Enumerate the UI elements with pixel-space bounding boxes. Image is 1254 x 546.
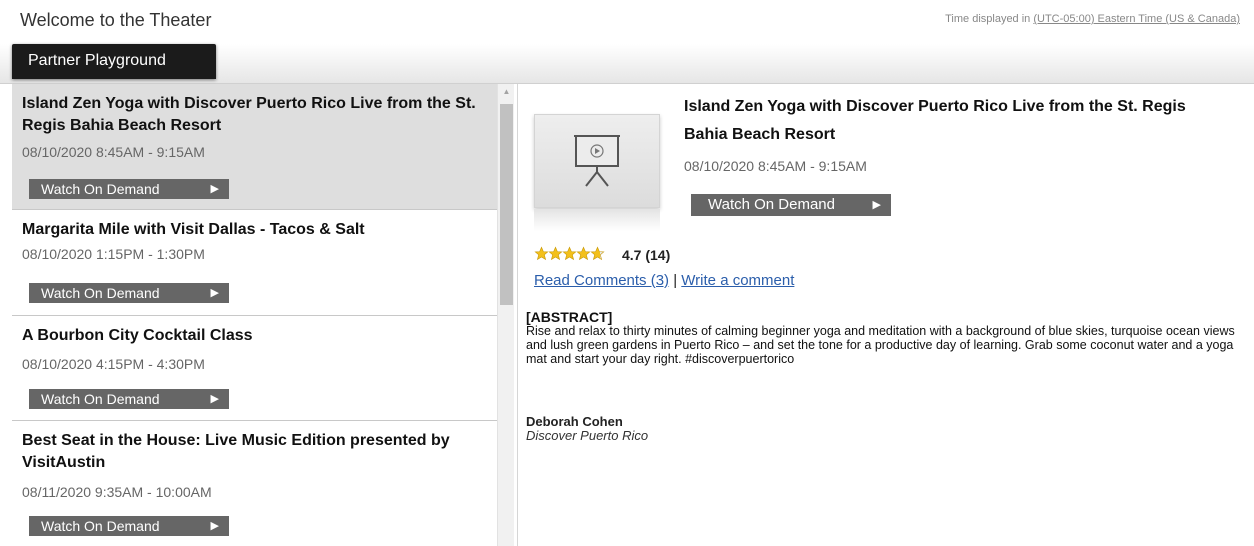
session-title: A Bourbon City Cocktail Class (22, 327, 253, 344)
session-item-2[interactable]: Margarita Mile with Visit Dallas - Tacos… (12, 210, 497, 316)
watch-on-demand-button[interactable]: Watch On Demand ▶ (29, 283, 229, 303)
detail-watch-on-demand-button[interactable]: Watch On Demand ▶ (691, 194, 891, 216)
read-comments-link[interactable]: Read Comments (3) (534, 272, 669, 289)
header: Welcome to the Theater Time displayed in… (0, 0, 1254, 44)
abstract-text: Rise and relax to thirty minutes of calm… (526, 324, 1235, 366)
projector-screen-icon (574, 135, 620, 187)
star-icon (576, 246, 591, 261)
button-label: Watch On Demand (41, 391, 160, 407)
session-list-scrollbar[interactable]: ▲ (497, 84, 514, 546)
star-icon (562, 246, 577, 261)
session-item-4[interactable]: Best Seat in the House: Live Music Editi… (12, 421, 497, 546)
button-label: Watch On Demand (708, 196, 835, 213)
abstract-label: [ABSTRACT] (526, 309, 613, 325)
scroll-up-arrow-icon[interactable]: ▲ (498, 84, 515, 100)
play-triangle-icon: ▶ (210, 393, 219, 405)
detail-time: 08/10/2020 8:45AM - 9:15AM (684, 158, 867, 174)
session-time: 08/10/2020 1:15PM - 1:30PM (22, 246, 205, 262)
scrollbar-thumb[interactable] (500, 104, 513, 305)
speaker: Deborah Cohen Discover Puerto Rico (526, 415, 648, 443)
session-list: Island Zen Yoga with Discover Puerto Ric… (12, 84, 497, 546)
speaker-org: Discover Puerto Rico (526, 428, 649, 443)
session-title: Island Zen Yoga with Discover Puerto Ric… (22, 95, 476, 134)
star-half-icon (590, 246, 605, 261)
comments-links: Read Comments (3) | Write a comment (534, 272, 794, 289)
timezone-info: Time displayed in (UTC-05:00) Eastern Ti… (945, 13, 1240, 25)
button-label: Watch On Demand (41, 285, 160, 301)
write-comment-link[interactable]: Write a comment (681, 272, 794, 289)
timezone-prefix: Time displayed in (945, 13, 1031, 25)
detail-title: Island Zen Yoga with Discover Puerto Ric… (684, 98, 1186, 143)
session-title: Margarita Mile with Visit Dallas - Tacos… (22, 221, 365, 238)
watch-on-demand-button[interactable]: Watch On Demand ▶ (29, 389, 229, 409)
speaker-name: Deborah Cohen (526, 414, 623, 429)
play-triangle-icon: ▶ (210, 183, 219, 195)
session-item-3[interactable]: A Bourbon City Cocktail Class 08/10/2020… (12, 316, 497, 421)
abstract: [ABSTRACT] Rise and relax to thirty minu… (526, 310, 1246, 366)
watch-on-demand-button[interactable]: Watch On Demand ▶ (29, 179, 229, 199)
watch-on-demand-button[interactable]: Watch On Demand ▶ (29, 516, 229, 536)
star-icon (548, 246, 563, 261)
page-title: Welcome to the Theater (20, 10, 212, 30)
button-label: Watch On Demand (41, 518, 160, 534)
play-triangle-icon: ▶ (210, 287, 219, 299)
session-time: 08/11/2020 9:35AM - 10:00AM (22, 484, 212, 500)
rating-value: 4.7 (14) (622, 247, 671, 263)
separator: | (673, 272, 678, 289)
thumbnail-reflection (534, 209, 660, 231)
session-detail: Island Zen Yoga with Discover Puerto Ric… (518, 84, 1254, 546)
session-item-1[interactable]: Island Zen Yoga with Discover Puerto Ric… (12, 84, 497, 210)
play-triangle-icon: ▶ (872, 199, 881, 211)
session-thumbnail (526, 106, 668, 232)
session-time: 08/10/2020 8:45AM - 9:15AM (22, 144, 205, 160)
star-icon (534, 246, 549, 261)
session-time: 08/10/2020 4:15PM - 4:30PM (22, 356, 205, 372)
timezone-link[interactable]: (UTC-05:00) Eastern Time (US & Canada) (1033, 13, 1240, 25)
button-label: Watch On Demand (41, 181, 160, 197)
play-triangle-icon: ▶ (210, 520, 219, 532)
session-title: Best Seat in the House: Live Music Editi… (22, 432, 450, 471)
tab-partner-playground[interactable]: Partner Playground (12, 44, 216, 79)
tab-bar: Partner Playground (0, 44, 1254, 84)
